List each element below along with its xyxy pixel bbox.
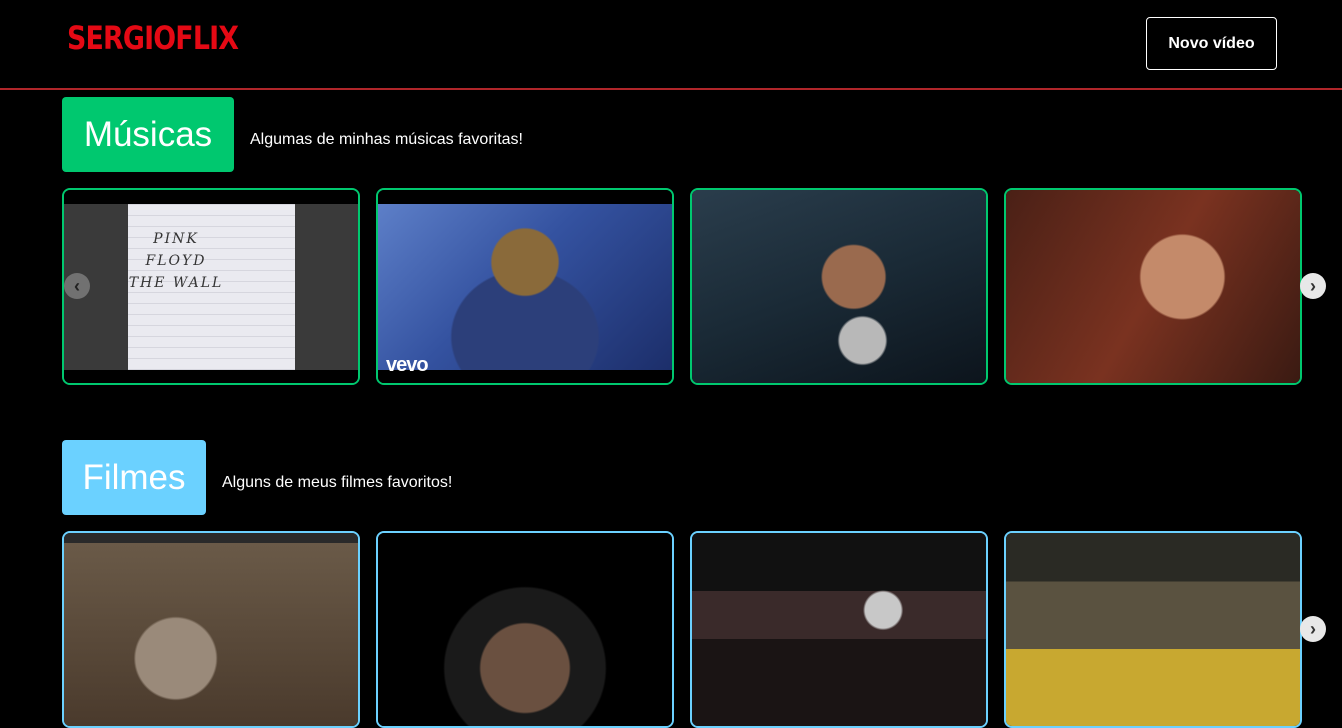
category-title: Filmes	[62, 440, 206, 515]
video-card[interactable]	[62, 531, 360, 728]
logo[interactable]: SERGIOFLIX	[67, 19, 239, 57]
album-cover-text: PINK FLOYD THE WALL	[128, 231, 224, 291]
video-card[interactable]	[376, 531, 674, 728]
category-description: Alguns de meus filmes favoritos!	[222, 474, 453, 491]
chevron-left-icon: ‹	[74, 275, 80, 296]
video-thumbnail	[692, 190, 986, 383]
video-card[interactable]	[690, 531, 988, 728]
carousel-next-button[interactable]: ›	[1300, 616, 1326, 642]
vevo-overlay: vevo	[386, 354, 429, 376]
video-thumbnail: PINK FLOYD THE WALL	[64, 190, 358, 383]
carousel-prev-button[interactable]: ‹	[64, 273, 90, 299]
video-thumbnail	[378, 533, 672, 726]
chevron-right-icon: ›	[1310, 275, 1316, 296]
category-title: Músicas	[62, 97, 234, 172]
video-card[interactable]: vevo	[376, 188, 674, 385]
category-description: Algumas de minhas músicas favoritas!	[250, 131, 523, 148]
video-card[interactable]: PINK FLOYD THE WALL	[62, 188, 360, 385]
video-card[interactable]	[1004, 188, 1302, 385]
video-thumbnail	[1006, 190, 1300, 383]
chevron-right-icon: ›	[1310, 618, 1316, 639]
new-video-button[interactable]: Novo vídeo	[1146, 17, 1277, 70]
video-thumbnail	[692, 533, 986, 726]
video-thumbnail: vevo	[378, 190, 672, 383]
carousel-next-button[interactable]: ›	[1300, 273, 1326, 299]
video-thumbnail	[64, 533, 358, 726]
header: SERGIOFLIX Novo vídeo	[0, 0, 1342, 90]
video-card[interactable]	[1004, 531, 1302, 728]
video-card[interactable]	[690, 188, 988, 385]
video-thumbnail	[1006, 533, 1300, 726]
